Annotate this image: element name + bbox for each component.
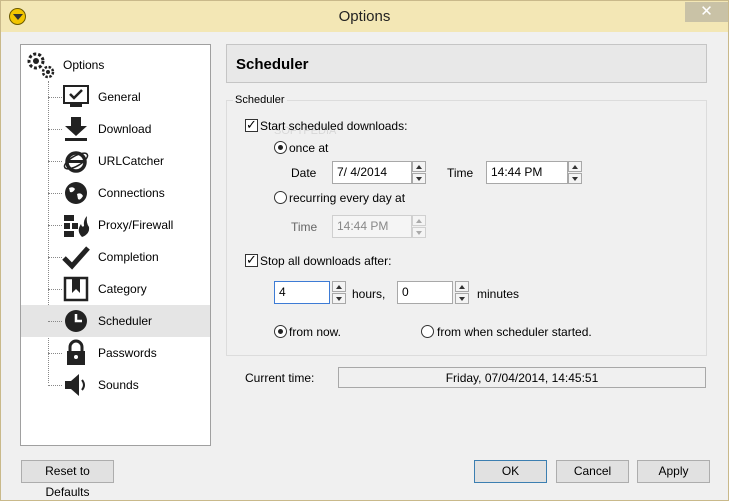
options-tree[interactable]: Options General Download URLCatcher Conn… <box>20 44 211 446</box>
from-now-label[interactable]: from now. <box>289 325 341 339</box>
tree-item-completion[interactable]: Completion <box>21 241 210 273</box>
globe-icon <box>65 182 87 204</box>
date-spinner[interactable] <box>412 161 426 184</box>
tree-item-label: Scheduler <box>98 314 153 328</box>
hours-spinner[interactable] <box>332 281 346 304</box>
cancel-button[interactable]: Cancel <box>556 460 629 483</box>
ok-button[interactable]: OK <box>474 460 547 483</box>
time-spinner[interactable] <box>568 161 582 184</box>
minutes-label: minutes <box>477 287 520 301</box>
recurring-radio[interactable] <box>274 191 287 204</box>
hours-input[interactable]: 4 <box>274 281 330 304</box>
from-started-label[interactable]: from when scheduler started. <box>437 325 592 339</box>
from-now-radio[interactable] <box>274 325 287 338</box>
tree-item-label: URLCatcher <box>98 154 165 168</box>
time-label: Time <box>447 166 474 180</box>
date-label: Date <box>291 166 317 180</box>
recurring-time-label: Time <box>291 220 318 234</box>
tree-item-label: Sounds <box>98 378 139 392</box>
lock-icon <box>67 339 85 365</box>
tree-item-general[interactable]: General <box>21 81 210 113</box>
close-button[interactable]: ✕ <box>685 2 728 22</box>
current-time-label: Current time: <box>245 371 315 385</box>
page-title: Scheduler <box>236 56 309 73</box>
ie-logo-icon <box>63 151 89 173</box>
once-at-radio[interactable] <box>274 141 287 154</box>
tree-item-urlcatcher[interactable]: URLCatcher <box>21 145 210 177</box>
tree-item-label: Category <box>98 282 147 296</box>
download-arrow-icon <box>65 117 87 141</box>
apply-button[interactable]: Apply <box>637 460 710 483</box>
minutes-spinner[interactable] <box>455 281 469 304</box>
stop-after-label[interactable]: Stop all downloads after: <box>260 254 391 268</box>
current-time-display: Friday, 07/04/2014, 14:45:51 <box>338 367 706 388</box>
tree-item-connections[interactable]: Connections <box>21 177 210 209</box>
tree-item-proxy-firewall[interactable]: Proxy/Firewall <box>21 209 210 241</box>
tree-item-label: General <box>98 90 141 104</box>
start-scheduled-label[interactable]: Start scheduled downloads: <box>260 119 407 133</box>
tree-item-sounds[interactable]: Sounds <box>21 369 210 401</box>
reset-defaults-button[interactable]: Reset to Defaults <box>21 460 114 499</box>
group-label: Scheduler <box>233 94 287 106</box>
bookmark-icon <box>63 276 89 302</box>
clock-icon <box>65 310 87 332</box>
title-bar[interactable]: Options ✕ <box>1 1 728 32</box>
hours-label: hours, <box>352 287 386 301</box>
page-header: Scheduler <box>226 44 707 83</box>
tree-root-options[interactable]: Options <box>25 49 104 81</box>
recurring-time-spinner[interactable] <box>412 215 426 238</box>
firewall-icon <box>64 215 90 237</box>
from-started-radio[interactable] <box>421 325 434 338</box>
window-title: Options <box>338 8 391 25</box>
time-field[interactable]: 14:44 PM <box>486 161 568 184</box>
tree-item-scheduler[interactable]: Scheduler <box>21 305 210 337</box>
tree-item-download[interactable]: Download <box>21 113 210 145</box>
tree-item-label: Passwords <box>98 346 157 360</box>
tree-item-passwords[interactable]: Passwords <box>21 337 210 369</box>
tree-item-label: Download <box>98 122 152 136</box>
once-at-label[interactable]: once at <box>289 141 328 155</box>
options-window: Options ✕ Options General Download URLCa… <box>0 0 729 501</box>
tree-item-category[interactable]: Category <box>21 273 210 305</box>
recurring-label[interactable]: recurring every day at <box>289 191 405 205</box>
recurring-time-field[interactable]: 14:44 PM <box>332 215 412 238</box>
tree-item-label: Proxy/Firewall <box>98 218 174 232</box>
tree-root-label: Options <box>63 58 105 72</box>
date-field[interactable]: 7/ 4/2014 <box>332 161 412 184</box>
monitor-check-icon <box>63 85 89 107</box>
tree-item-label: Connections <box>98 186 165 200</box>
tree-item-label: Completion <box>98 250 159 264</box>
speaker-icon <box>65 374 85 396</box>
stop-after-checkbox[interactable] <box>245 252 258 268</box>
start-scheduled-checkbox[interactable] <box>245 117 258 133</box>
gears-icon <box>27 52 55 79</box>
minutes-input[interactable]: 0 <box>397 281 453 304</box>
checkmark-icon <box>62 246 90 270</box>
